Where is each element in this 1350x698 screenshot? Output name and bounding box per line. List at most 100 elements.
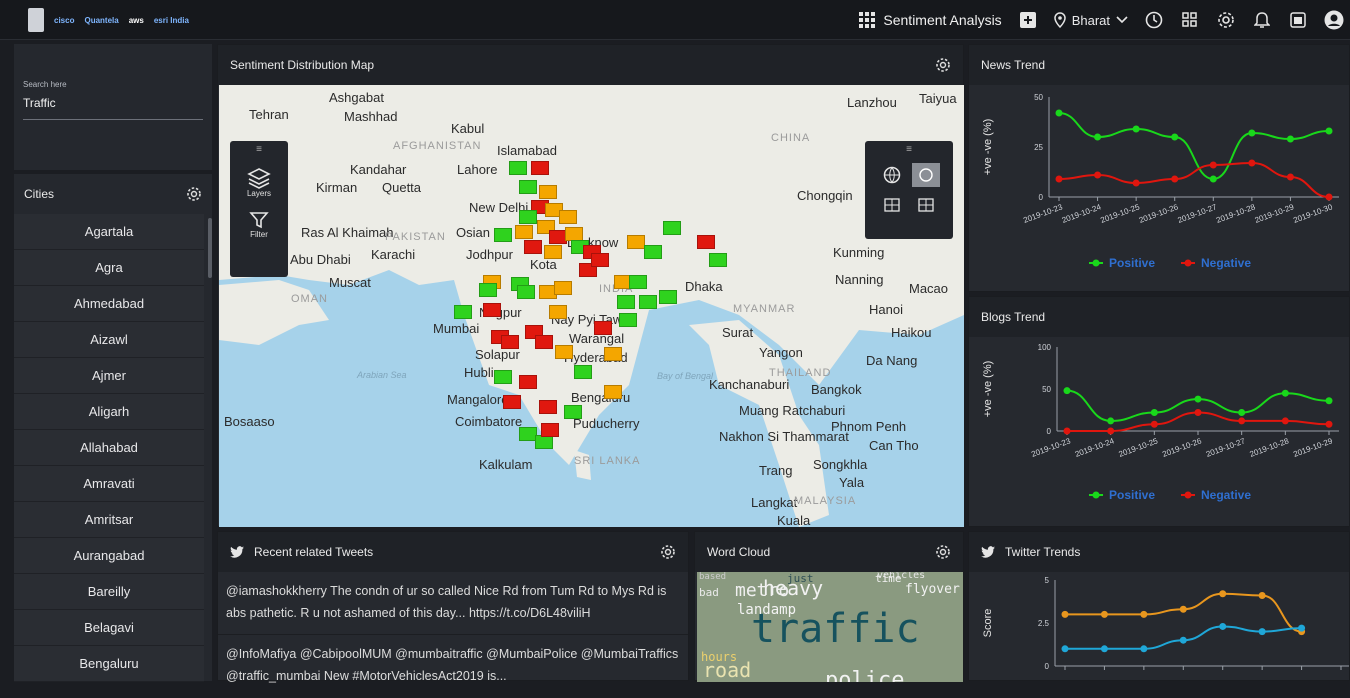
sentiment-marker[interactable]	[509, 161, 527, 175]
data-point[interactable]	[1171, 175, 1179, 183]
layers-button[interactable]: Layers	[230, 167, 288, 198]
calendar-icon[interactable]	[1288, 10, 1308, 30]
data-point[interactable]	[1094, 133, 1102, 141]
sentiment-marker[interactable]	[494, 370, 512, 384]
tweet-item[interactable]: @iamashokkherry The condn of ur so calle…	[218, 572, 688, 635]
data-point[interactable]	[1258, 628, 1266, 636]
tweet-item[interactable]: @InfoMafiya @CabipoolMUM @mumbaitraffic …	[218, 635, 688, 698]
data-point[interactable]	[1140, 645, 1148, 653]
city-item[interactable]: Amravati	[14, 466, 204, 502]
data-point[interactable]	[1132, 125, 1140, 133]
data-point[interactable]	[1219, 622, 1227, 630]
sentiment-marker[interactable]	[483, 303, 501, 317]
legend-label[interactable]: Positive	[1109, 488, 1155, 502]
cities-settings-icon[interactable]	[186, 186, 202, 202]
sentiment-marker[interactable]	[541, 423, 559, 437]
sentiment-marker[interactable]	[535, 435, 553, 449]
tweets-settings-icon[interactable]	[660, 544, 676, 560]
sentiment-marker[interactable]	[559, 210, 577, 224]
data-point[interactable]	[1325, 127, 1333, 135]
city-item[interactable]: Aligarh	[14, 394, 204, 430]
app-switcher[interactable]: Sentiment Analysis	[859, 12, 1002, 28]
sentiment-marker[interactable]	[564, 405, 582, 419]
sentiment-marker[interactable]	[663, 221, 681, 235]
data-point[interactable]	[1286, 135, 1294, 143]
sentiment-marker[interactable]	[549, 305, 567, 319]
basemap-active-icon[interactable]	[912, 163, 940, 187]
basemap-satellite-icon[interactable]	[912, 193, 940, 217]
data-point[interactable]	[1179, 636, 1187, 644]
sentiment-marker[interactable]	[454, 305, 472, 319]
sentiment-marker[interactable]	[574, 365, 592, 379]
sentiment-marker[interactable]	[619, 313, 637, 327]
data-point[interactable]	[1179, 605, 1187, 613]
data-point[interactable]	[1325, 397, 1333, 405]
city-item[interactable]: Agartala	[14, 214, 204, 250]
city-item[interactable]: Bengaluru	[14, 646, 204, 682]
sentiment-marker[interactable]	[594, 321, 612, 335]
sentiment-marker[interactable]	[627, 235, 645, 249]
sentiment-marker[interactable]	[501, 335, 519, 349]
data-point[interactable]	[1094, 171, 1102, 179]
data-point[interactable]	[1238, 409, 1246, 417]
data-point[interactable]	[1281, 389, 1289, 397]
city-item[interactable]: Agra	[14, 250, 204, 286]
sentiment-marker[interactable]	[524, 240, 542, 254]
city-item[interactable]: Ahmedabad	[14, 286, 204, 322]
city-item[interactable]: Bareilly	[14, 574, 204, 610]
data-point[interactable]	[1055, 175, 1063, 183]
sentiment-marker[interactable]	[519, 180, 537, 194]
dashboard-icon[interactable]	[1180, 10, 1200, 30]
data-point[interactable]	[1238, 417, 1246, 425]
location-selector[interactable]: Bharat	[1053, 12, 1128, 28]
user-avatar-icon[interactable]	[1324, 10, 1344, 30]
sentiment-marker[interactable]	[591, 253, 609, 267]
data-point[interactable]	[1286, 173, 1294, 181]
data-point[interactable]	[1171, 133, 1179, 141]
data-point[interactable]	[1258, 591, 1266, 599]
data-point[interactable]	[1209, 175, 1217, 183]
data-point[interactable]	[1063, 387, 1071, 395]
city-item[interactable]: Belagavi	[14, 610, 204, 646]
data-point[interactable]	[1248, 129, 1256, 137]
filter-button[interactable]: Filter	[230, 210, 288, 239]
sentiment-marker[interactable]	[539, 185, 557, 199]
data-point[interactable]	[1248, 159, 1256, 167]
sentiment-marker[interactable]	[644, 245, 662, 259]
data-point[interactable]	[1150, 420, 1158, 428]
sentiment-map[interactable]: Ashgabat Mashhad Tehran Kabul Islamabad Lanzh…	[219, 85, 964, 527]
data-point[interactable]	[1281, 417, 1289, 425]
data-point[interactable]	[1140, 610, 1148, 618]
data-point[interactable]	[1061, 610, 1069, 618]
bell-icon[interactable]	[1252, 10, 1272, 30]
sentiment-marker[interactable]	[517, 285, 535, 299]
drag-handle-icon[interactable]: ≡	[865, 141, 953, 155]
sentiment-marker[interactable]	[519, 375, 537, 389]
data-point[interactable]	[1194, 395, 1202, 403]
sentiment-marker[interactable]	[503, 395, 521, 409]
cities-scrollbar[interactable]	[208, 218, 212, 278]
sentiment-marker[interactable]	[554, 281, 572, 295]
sentiment-marker[interactable]	[565, 227, 583, 241]
sentiment-marker[interactable]	[617, 295, 635, 309]
sentiment-marker[interactable]	[519, 210, 537, 224]
data-point[interactable]	[1100, 645, 1108, 653]
sentiment-marker[interactable]	[479, 283, 497, 297]
map-settings-icon[interactable]	[935, 57, 951, 73]
data-point[interactable]	[1100, 610, 1108, 618]
sentiment-marker[interactable]	[555, 345, 573, 359]
legend-label[interactable]: Negative	[1201, 256, 1251, 270]
data-point[interactable]	[1325, 193, 1333, 201]
sentiment-marker[interactable]	[531, 161, 549, 175]
data-point[interactable]	[1298, 624, 1306, 632]
data-point[interactable]	[1194, 409, 1202, 417]
city-item[interactable]: Aizawl	[14, 322, 204, 358]
sentiment-marker[interactable]	[515, 225, 533, 239]
settings-icon[interactable]	[1216, 10, 1236, 30]
city-item[interactable]: Amritsar	[14, 502, 204, 538]
sentiment-marker[interactable]	[697, 235, 715, 249]
sentiment-marker[interactable]	[629, 275, 647, 289]
city-item[interactable]: Ajmer	[14, 358, 204, 394]
sentiment-marker[interactable]	[535, 335, 553, 349]
drag-handle-icon[interactable]: ≡	[230, 141, 288, 155]
